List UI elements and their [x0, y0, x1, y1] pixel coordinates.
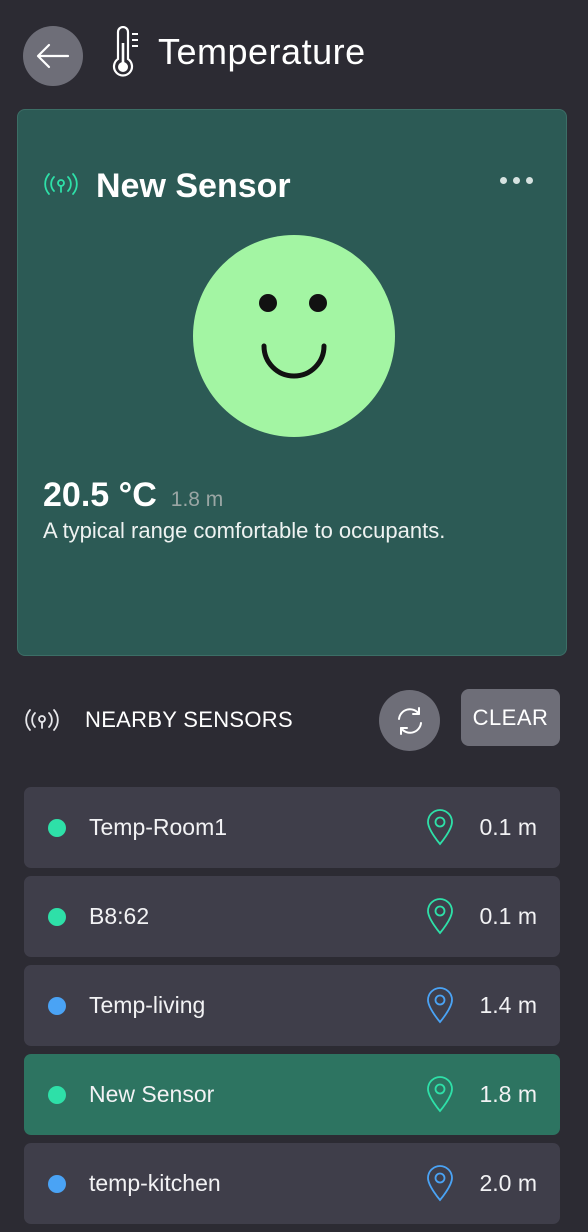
sensor-row-name: New Sensor [89, 1081, 215, 1107]
status-dot-icon [48, 1086, 66, 1104]
sensor-name: New Sensor [96, 167, 291, 205]
location-pin-icon [427, 898, 453, 935]
sensor-row-name: B8:62 [89, 903, 150, 929]
sensor-row-distance: 0.1 m [479, 814, 537, 840]
more-options-button[interactable] [500, 170, 544, 190]
sensor-reading: 20.5 °C 1.8 m [43, 476, 223, 515]
sensor-row[interactable]: New Sensor 1.8 m [24, 1054, 560, 1135]
status-dot-icon [48, 819, 66, 837]
sensor-row-distance: 1.8 m [479, 1081, 537, 1107]
signal-icon [25, 709, 59, 731]
sensor-row[interactable]: temp-kitchen 2.0 m [24, 1143, 560, 1224]
signal-icon [44, 173, 78, 195]
sensor-row-name: temp-kitchen [89, 1170, 221, 1196]
arrow-left-icon [36, 43, 70, 69]
location-pin-icon [427, 1165, 453, 1202]
more-dot-icon [500, 176, 507, 184]
sensor-row-distance: 2.0 m [479, 1170, 537, 1196]
sensor-row-distance: 0.1 m [479, 903, 537, 929]
thermometer-icon [112, 26, 138, 77]
back-button[interactable] [23, 26, 83, 86]
sensor-list: Temp-Room1 0.1 m B8:62 0.1 m Temp-living 1.4 … [24, 787, 560, 1232]
sensor-row[interactable]: B8:62 0.1 m [24, 876, 560, 957]
sensor-row[interactable]: Temp-Room1 0.1 m [24, 787, 560, 868]
status-dot-icon [48, 997, 66, 1015]
status-dot-icon [48, 1175, 66, 1193]
nearby-sensors-header: NEARBY SENSORS CLEAR [0, 685, 588, 755]
selected-sensor-card: New Sensor 20.5 °C 1.8 m A typical range… [17, 109, 567, 656]
sensor-row-name: Temp-Room1 [89, 814, 228, 840]
sensor-row[interactable]: Temp-living 1.4 m [24, 965, 560, 1046]
smiley-face-icon [193, 235, 395, 437]
page-title: Temperature [158, 31, 366, 72]
app-header: Temperature [0, 0, 588, 110]
refresh-button[interactable] [379, 690, 440, 751]
nearby-sensors-label: NEARBY SENSORS [85, 707, 293, 732]
status-dot-icon [48, 908, 66, 926]
location-pin-icon [427, 987, 453, 1024]
location-pin-icon [427, 1076, 453, 1113]
location-pin-icon [427, 809, 453, 846]
more-dot-icon [526, 176, 533, 184]
more-dot-icon [513, 176, 520, 184]
refresh-icon [397, 706, 422, 735]
clear-button[interactable]: CLEAR [461, 689, 560, 746]
sensor-row-name: Temp-living [89, 992, 206, 1018]
sensor-row-distance: 1.4 m [479, 992, 537, 1018]
temperature-value: 20.5 °C [43, 476, 157, 514]
comfort-description: A typical range comfortable to occupants… [43, 518, 446, 543]
sensor-distance: 1.8 m [170, 488, 224, 511]
